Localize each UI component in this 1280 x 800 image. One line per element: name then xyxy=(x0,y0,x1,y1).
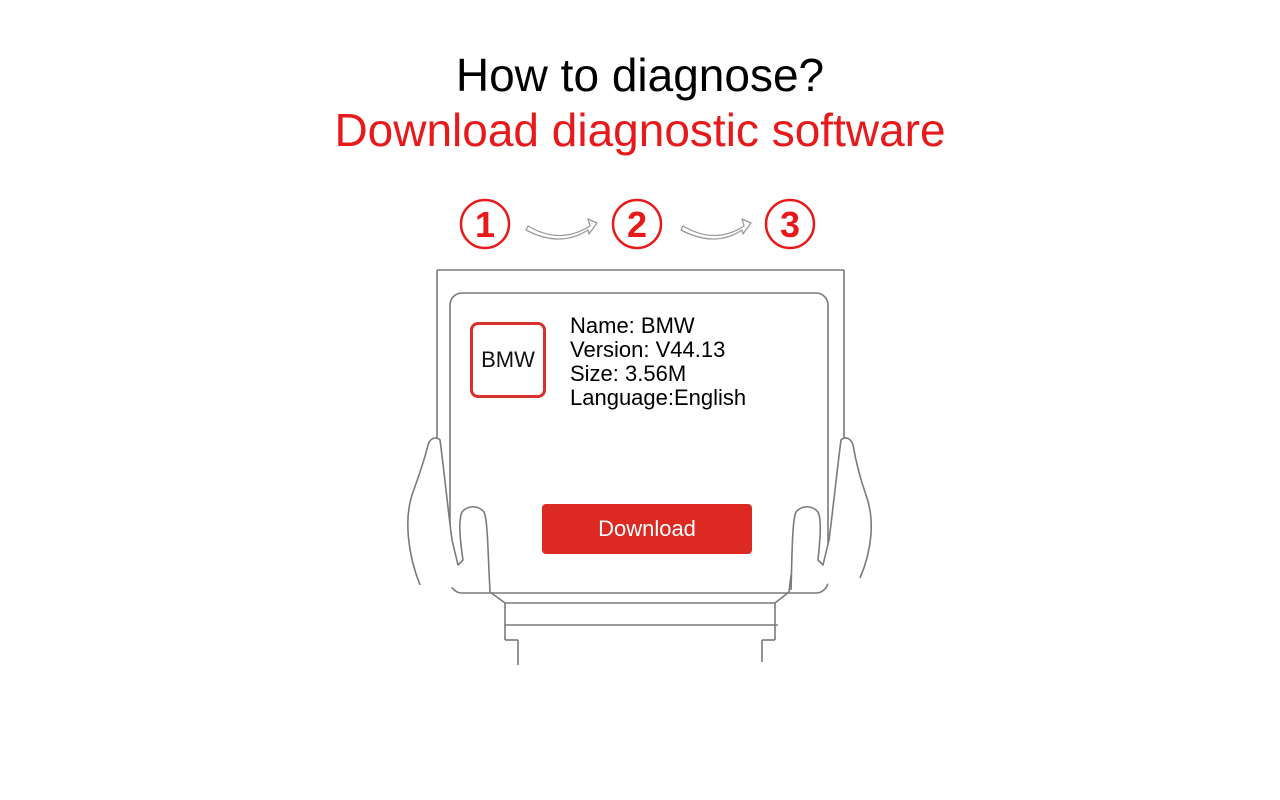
software-size: Size: 3.56M xyxy=(570,361,687,386)
step-3-number: 3 xyxy=(780,204,800,245)
step-2: 2 xyxy=(611,198,663,250)
step-1-number: 1 xyxy=(475,204,495,245)
step-3: 3 xyxy=(764,198,816,250)
download-button[interactable]: Download xyxy=(542,504,752,554)
step-1-circle-icon xyxy=(459,198,511,250)
bmw-app-icon: BMW xyxy=(470,322,546,398)
step-2-circle-icon xyxy=(611,198,663,250)
step-1: 1 xyxy=(459,198,511,250)
right-hand-icon xyxy=(790,437,873,591)
software-version: Version: V44.13 xyxy=(570,337,726,362)
step-3-circle-icon xyxy=(764,198,816,250)
left-hand-icon xyxy=(407,437,491,591)
software-name: Name: BMW xyxy=(570,313,695,338)
page-title: How to diagnose? xyxy=(455,49,825,101)
step-arrow-2-icon xyxy=(680,218,752,240)
step-2-number: 2 xyxy=(627,204,647,245)
app-icon-label: BMW xyxy=(481,347,535,372)
software-language: Language:English xyxy=(570,385,747,410)
software-info: Name: BMW Version: V44.13 Size: 3.56M La… xyxy=(570,314,746,410)
step-arrow-1-icon xyxy=(525,218,598,240)
page-subtitle: Download diagnostic software xyxy=(334,104,946,156)
